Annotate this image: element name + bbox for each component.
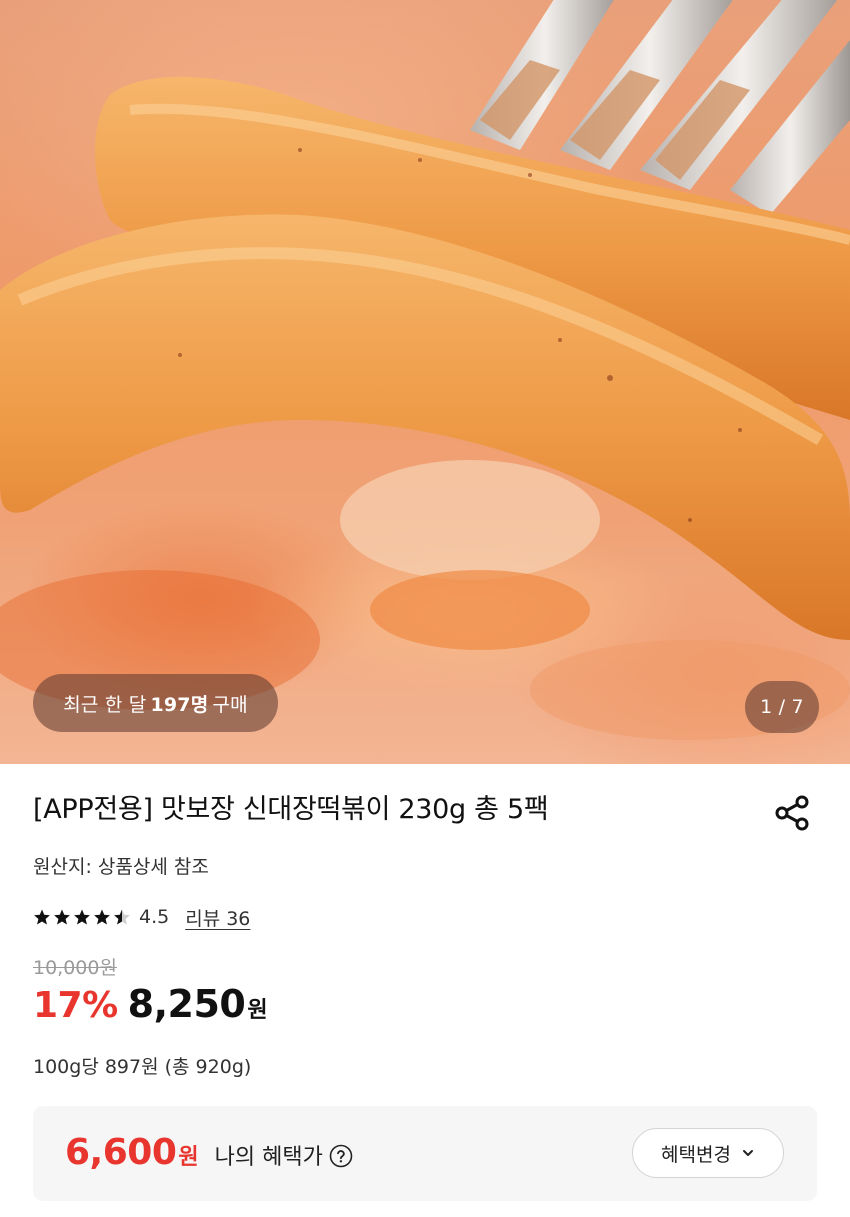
rating-stars [33,908,131,926]
change-benefit-label: 혜택변경 [661,1143,731,1166]
benefit-price-box: 6,600 원 나의 혜택가 혜택변경 [33,1106,817,1201]
benefit-price-value: 6,600 [65,1132,177,1173]
product-image-carousel[interactable]: 최근 한 달 197명 구매 1 / 7 [0,0,850,764]
question-circle-icon [329,1144,353,1168]
buyers-suffix: 구매 [212,693,248,716]
star-icon [34,909,50,925]
buyers-count: 197명 [150,693,209,716]
rating-row: 4.5 리뷰 36 [33,902,250,932]
sale-price: 8,250 [127,982,246,1026]
image-counter: 1 / 7 [745,681,819,733]
star-icon [54,909,70,925]
discount-rate: 17% [33,985,118,1026]
unit-price: 100g당 897원 (총 920g) [33,1056,252,1078]
benefit-price: 6,600 원 나의 혜택가 [65,1132,353,1173]
share-button[interactable] [772,792,814,834]
original-price: 10,000원 [33,957,117,979]
buyers-prefix: 최근 한 달 [63,693,147,716]
share-icon [775,795,809,831]
star-icon [74,909,90,925]
help-button[interactable] [329,1144,353,1168]
origin-info: 원산지: 상품상세 참조 [33,856,209,878]
benefit-price-label: 나의 혜택가 [214,1145,323,1170]
sale-price-unit: 원 [247,998,268,1023]
benefit-price-unit: 원 [178,1145,199,1170]
recent-buyers-badge: 최근 한 달 197명 구매 [33,674,278,732]
price-row: 17% 8,250 원 [33,982,268,1026]
review-link[interactable]: 리뷰 36 [185,904,250,931]
star-icon [94,909,110,925]
change-benefit-button[interactable]: 혜택변경 [632,1128,784,1178]
tteokbokki-photo [0,0,850,740]
rating-value: 4.5 [139,906,170,928]
star-half-icon [114,909,130,925]
chevron-down-icon [742,1150,753,1156]
product-title: [APP전용] 맛보장 신대장떡볶이 230g 총 5팩 [33,794,549,825]
